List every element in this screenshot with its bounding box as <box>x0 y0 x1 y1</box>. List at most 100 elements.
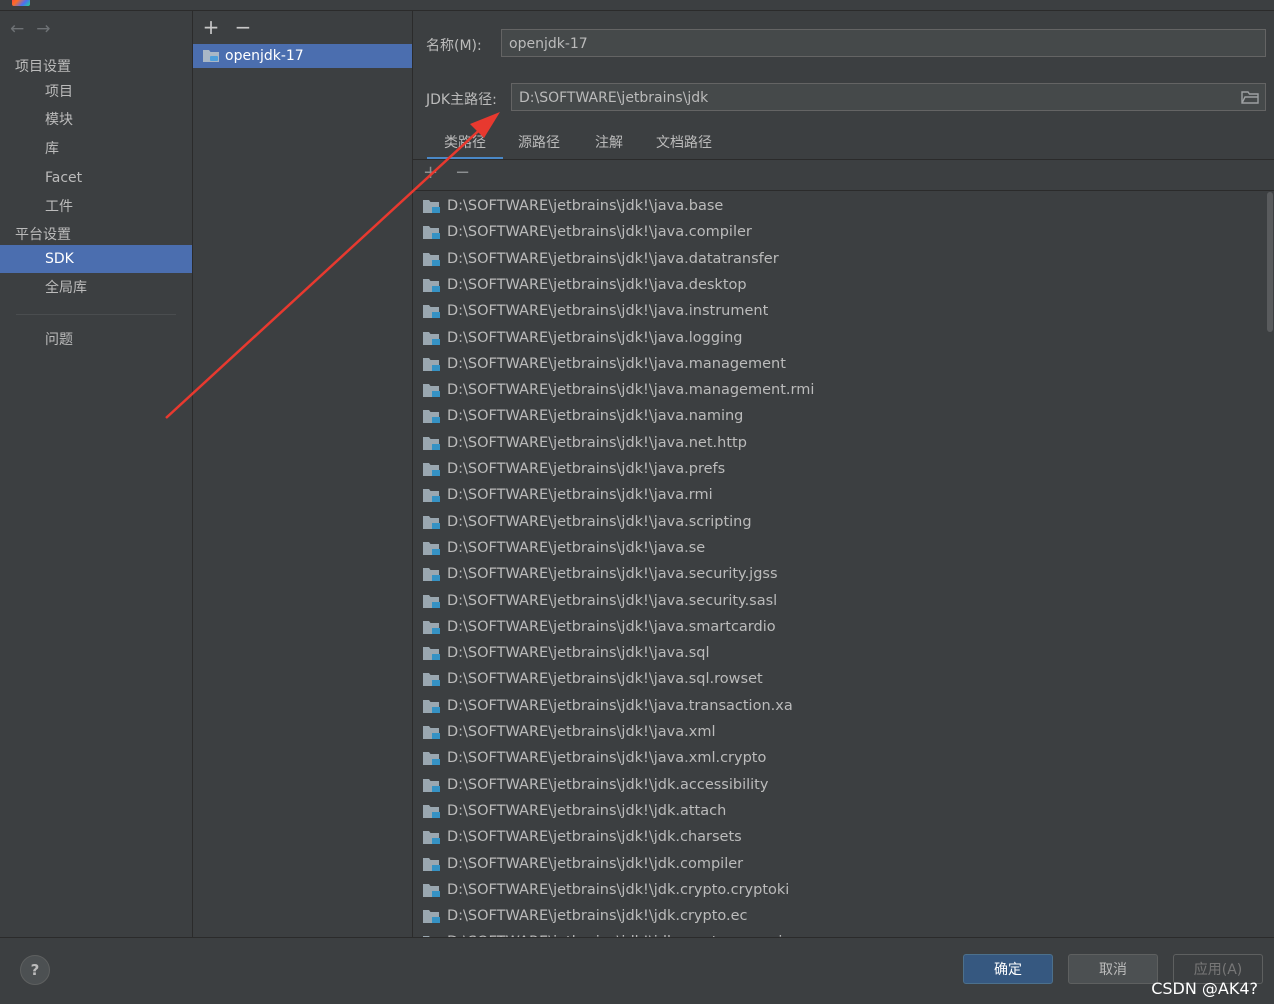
classpath-row[interactable]: D:\SOFTWARE\jetbrains\jdk!\java.logging <box>423 326 742 350</box>
tab-classpath[interactable]: 类路径 <box>427 129 503 160</box>
classpath-row[interactable]: D:\SOFTWARE\jetbrains\jdk!\jdk.compiler <box>423 852 743 876</box>
ok-button[interactable]: 确定 <box>963 954 1053 984</box>
jar-folder-icon <box>423 384 440 398</box>
classpath-row[interactable]: D:\SOFTWARE\jetbrains\jdk!\jdk.crypto.ms… <box>423 930 782 937</box>
classpath-row[interactable]: D:\SOFTWARE\jetbrains\jdk!\java.sql.rows… <box>423 667 763 691</box>
nav-item-libraries[interactable]: 库 <box>0 135 192 163</box>
name-label: 名称(M): <box>426 38 482 54</box>
nav-group-platform-settings: 平台设置 <box>15 227 71 243</box>
name-field[interactable]: openjdk-17 <box>501 29 1266 57</box>
classpath-row[interactable]: D:\SOFTWARE\jetbrains\jdk!\java.smartcar… <box>423 615 776 639</box>
classpath-scrollbar[interactable] <box>1267 192 1273 932</box>
remove-sdk-button[interactable]: − <box>233 17 253 37</box>
classpath-row[interactable]: D:\SOFTWARE\jetbrains\jdk!\jdk.charsets <box>423 825 742 849</box>
tab-documentation-paths[interactable]: 文档路径 <box>656 129 712 157</box>
jar-folder-icon <box>423 252 440 266</box>
add-path-button[interactable]: + <box>423 162 438 183</box>
classpath-label: D:\SOFTWARE\jetbrains\jdk!\java.manageme… <box>447 382 815 399</box>
classpath-row[interactable]: D:\SOFTWARE\jetbrains\jdk!\java.instrume… <box>423 299 768 323</box>
help-button[interactable]: ? <box>20 955 50 985</box>
jar-folder-icon <box>423 883 440 897</box>
classpath-label: D:\SOFTWARE\jetbrains\jdk!\java.xml <box>447 724 716 740</box>
jar-folder-icon <box>423 226 440 240</box>
tab-sourcepath[interactable]: 源路径 <box>518 129 560 157</box>
jar-folder-icon <box>423 752 440 766</box>
classpath-row[interactable]: D:\SOFTWARE\jetbrains\jdk!\java.xml.cryp… <box>423 746 766 770</box>
jar-folder-icon <box>423 857 440 871</box>
jar-folder-icon <box>423 357 440 371</box>
classpath-row[interactable]: D:\SOFTWARE\jetbrains\jdk!\java.transact… <box>423 694 793 718</box>
title-bar <box>0 0 1274 11</box>
nav-history-arrows: ←→ <box>10 19 63 39</box>
nav-item-project[interactable]: 项目 <box>0 78 192 106</box>
classpath-list: D:\SOFTWARE\jetbrains\jdk!\java.base D:\S… <box>413 192 1265 937</box>
classpath-row[interactable]: D:\SOFTWARE\jetbrains\jdk!\java.datatran… <box>423 247 779 271</box>
watermark: CSDN @AK4? <box>1151 979 1258 998</box>
classpath-label: D:\SOFTWARE\jetbrains\jdk!\java.logging <box>447 329 743 346</box>
jar-folder-icon <box>423 305 440 319</box>
nav-group-project-settings: 项目设置 <box>15 59 71 75</box>
nav-item-sdk[interactable]: SDK <box>0 245 192 273</box>
classpath-row[interactable]: D:\SOFTWARE\jetbrains\jdk!\java.security… <box>423 562 778 586</box>
jar-folder-icon <box>423 673 440 687</box>
classpath-row[interactable]: D:\SOFTWARE\jetbrains\jdk!\java.xml <box>423 720 715 744</box>
jar-folder-icon <box>423 726 440 739</box>
jar-folder-icon <box>423 699 440 713</box>
classpath-row[interactable]: D:\SOFTWARE\jetbrains\jdk!\java.prefs <box>423 457 725 481</box>
remove-path-button[interactable]: − <box>455 162 470 183</box>
classpath-label: D:\SOFTWARE\jetbrains\jdk!\jdk.attach <box>447 802 727 819</box>
jar-folder-icon <box>423 804 440 818</box>
sdk-list-item[interactable]: openjdk-17 <box>193 44 412 68</box>
jdk-folder-icon <box>203 50 219 62</box>
classpath-row[interactable]: D:\SOFTWARE\jetbrains\jdk!\jdk.crypto.cr… <box>423 878 789 902</box>
classpath-row[interactable]: D:\SOFTWARE\jetbrains\jdk!\java.manageme… <box>423 378 814 402</box>
classpath-label: D:\SOFTWARE\jetbrains\jdk!\jdk.charsets <box>447 829 742 846</box>
classpath-label: D:\SOFTWARE\jetbrains\jdk!\java.scriptin… <box>447 513 752 530</box>
classpath-label: D:\SOFTWARE\jetbrains\jdk!\java.sql.rows… <box>447 671 763 688</box>
nav-item-global-libraries[interactable]: 全局库 <box>0 274 192 302</box>
classpath-row[interactable]: D:\SOFTWARE\jetbrains\jdk!\java.net.http <box>423 431 747 455</box>
nav-item-artifacts[interactable]: 工件 <box>0 193 192 221</box>
classpath-label: D:\SOFTWARE\jetbrains\jdk!\java.compiler <box>447 224 752 241</box>
classpath-label: D:\SOFTWARE\jetbrains\jdk!\jdk.compiler <box>447 855 744 872</box>
classpath-label: D:\SOFTWARE\jetbrains\jdk!\java.base <box>447 198 724 214</box>
classpath-row[interactable]: D:\SOFTWARE\jetbrains\jdk!\java.security… <box>423 589 777 613</box>
nav-item-problems[interactable]: 问题 <box>0 326 192 354</box>
back-arrow-icon[interactable]: ← <box>10 19 36 39</box>
classpath-row[interactable]: D:\SOFTWARE\jetbrains\jdk!\java.desktop <box>423 273 747 297</box>
jar-folder-icon <box>423 200 440 213</box>
jar-folder-icon <box>423 489 440 503</box>
classpath-label: D:\SOFTWARE\jetbrains\jdk!\java.prefs <box>447 461 726 477</box>
classpath-row[interactable]: D:\SOFTWARE\jetbrains\jdk!\java.se <box>423 536 705 560</box>
classpath-row[interactable]: D:\SOFTWARE\jetbrains\jdk!\java.manageme… <box>423 352 786 376</box>
tab-annotations[interactable]: 注解 <box>595 129 623 157</box>
classpath-row[interactable]: D:\SOFTWARE\jetbrains\jdk!\java.sql <box>423 641 710 665</box>
nav-item-facet[interactable]: Facet <box>0 164 192 192</box>
classpath-row[interactable]: D:\SOFTWARE\jetbrains\jdk!\java.base <box>423 194 723 218</box>
nav-item-modules[interactable]: 模块 <box>0 106 192 134</box>
jar-folder-icon <box>423 515 440 529</box>
cancel-button[interactable]: 取消 <box>1068 954 1158 984</box>
jdk-home-field[interactable]: D:\SOFTWARE\jetbrains\jdk <box>511 83 1266 111</box>
classpath-row[interactable]: D:\SOFTWARE\jetbrains\jdk!\jdk.accessibi… <box>423 773 768 797</box>
jar-folder-icon <box>423 778 440 792</box>
jar-folder-icon <box>423 331 440 345</box>
classpath-label: D:\SOFTWARE\jetbrains\jdk!\java.transact… <box>447 697 793 714</box>
classpath-row[interactable]: D:\SOFTWARE\jetbrains\jdk!\jdk.crypto.ec <box>423 904 748 928</box>
classpath-row[interactable]: D:\SOFTWARE\jetbrains\jdk!\java.scriptin… <box>423 510 752 534</box>
add-sdk-button[interactable]: + <box>201 17 221 37</box>
classpath-row[interactable]: D:\SOFTWARE\jetbrains\jdk!\java.naming <box>423 404 743 428</box>
jar-folder-icon <box>423 541 440 555</box>
jar-folder-icon <box>423 831 440 845</box>
jar-folder-icon <box>423 620 440 634</box>
classpath-row[interactable]: D:\SOFTWARE\jetbrains\jdk!\java.rmi <box>423 483 713 507</box>
classpath-label: D:\SOFTWARE\jetbrains\jdk!\jdk.crypto.ec <box>447 908 748 925</box>
classpath-row[interactable]: D:\SOFTWARE\jetbrains\jdk!\java.compiler <box>423 220 752 244</box>
browse-folder-icon[interactable] <box>1241 89 1259 105</box>
forward-arrow-icon[interactable]: → <box>36 19 62 39</box>
jar-folder-icon <box>423 463 440 476</box>
classpath-row[interactable]: D:\SOFTWARE\jetbrains\jdk!\jdk.attach <box>423 799 726 823</box>
jar-folder-icon <box>423 278 440 292</box>
classpath-label: D:\SOFTWARE\jetbrains\jdk!\java.desktop <box>447 276 747 293</box>
scrollbar-thumb[interactable] <box>1267 192 1273 332</box>
